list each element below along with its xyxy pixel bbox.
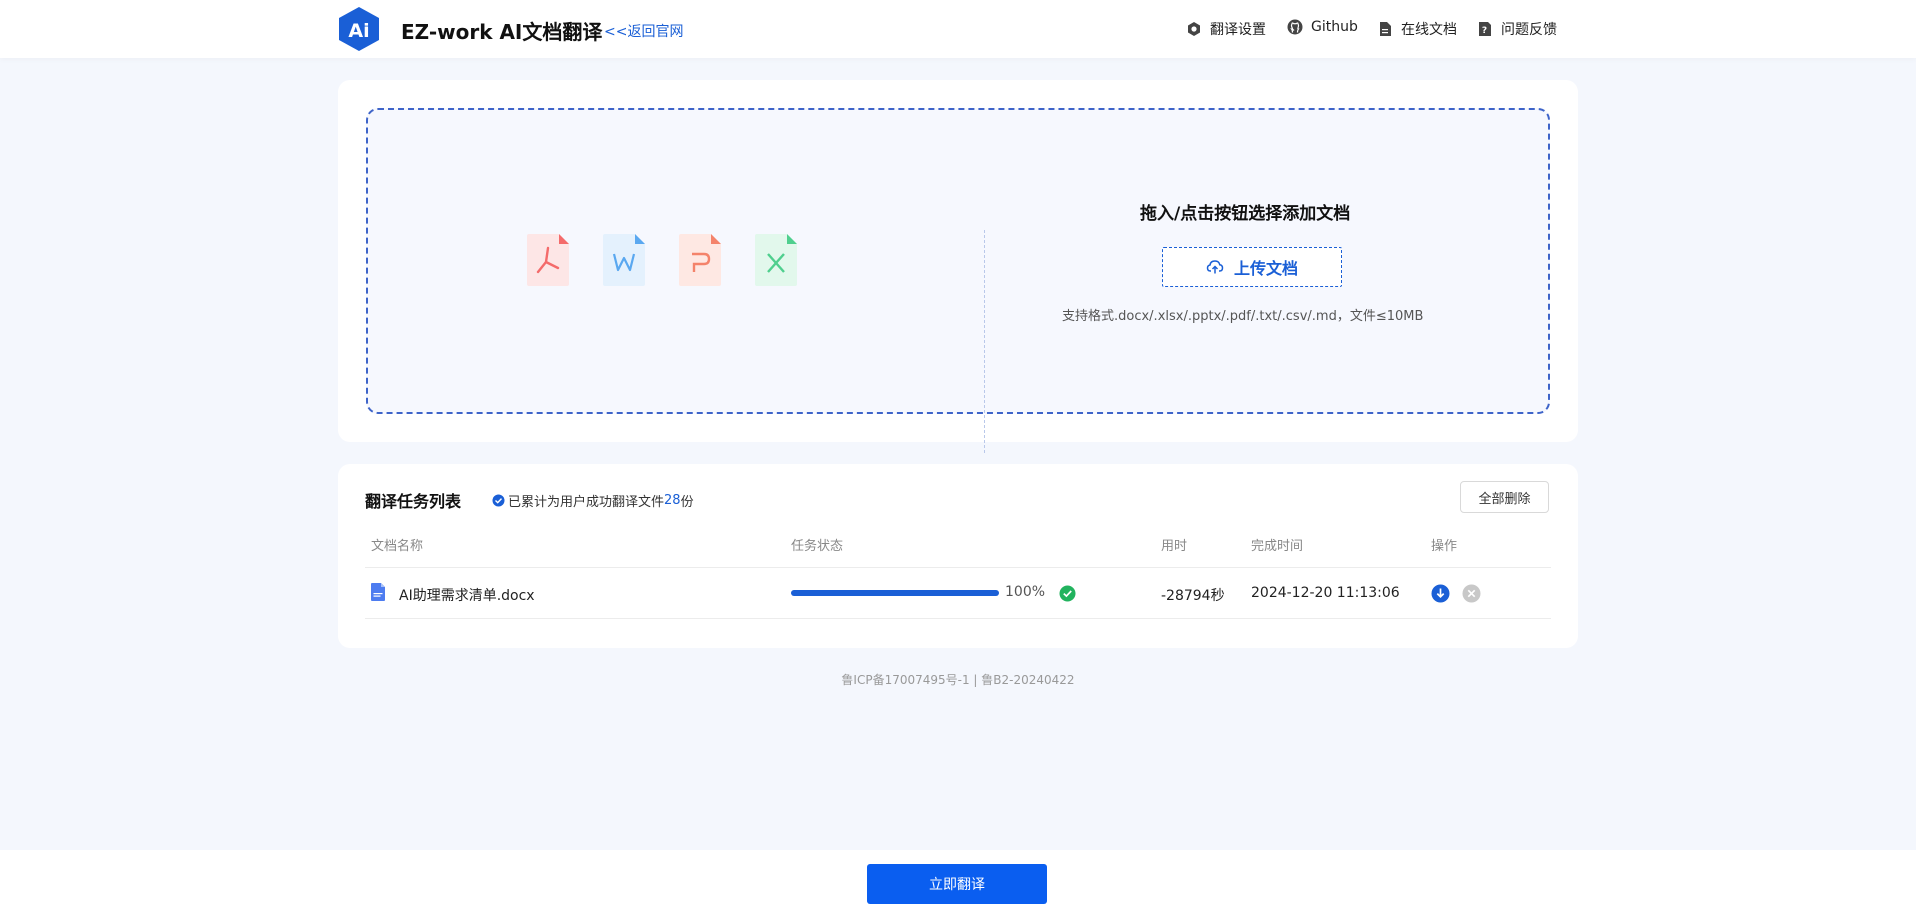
cloud-upload-icon [1206, 260, 1224, 274]
logo-text: Ai [348, 20, 369, 42]
translated-count: 已累计为用户成功翻译文件 28 份 [492, 491, 694, 510]
upload-button-label: 上传文档 [1233, 259, 1298, 278]
table-row-divider [365, 618, 1551, 619]
nav-feedback[interactable]: ? 问题反馈 [1477, 19, 1557, 39]
pdf-file-icon [527, 234, 569, 286]
nav-label: 翻译设置 [1210, 22, 1266, 38]
task-file-name: AI助理需求清单.docx [399, 588, 535, 604]
docx-file-icon [371, 583, 385, 601]
check-circle-icon [492, 494, 505, 507]
upload-document-button[interactable]: 上传文档 [1162, 247, 1342, 287]
translate-now-button[interactable]: 立即翻译 [867, 864, 1047, 904]
table-header-divider [365, 567, 1551, 568]
task-completed-at: 2024-12-20 11:13:06 [1251, 585, 1400, 601]
column-header-actions: 操作 [1431, 539, 1458, 554]
column-header-status: 任务状态 [791, 539, 844, 554]
icp-footer-text: 鲁ICP备17007495号-1 | 鲁B2-20240422 [841, 673, 1075, 687]
delete-all-button[interactable]: 全部删除 [1460, 481, 1549, 513]
top-header: Ai EZ-work AI文档翻译 <<返回官网 翻译设置 Github 在线文… [0, 0, 1916, 58]
ppt-file-icon [679, 234, 721, 286]
column-header-duration: 用时 [1161, 539, 1188, 554]
download-icon[interactable] [1431, 584, 1450, 603]
count-number: 28 [664, 493, 681, 508]
task-list-title: 翻译任务列表 [365, 492, 462, 511]
app-title: EZ-work AI文档翻译 [401, 20, 603, 44]
nav-label: Github [1311, 19, 1358, 35]
nav-label: 问题反馈 [1501, 22, 1557, 38]
word-file-icon [603, 234, 645, 286]
task-progress-text: 100% [1005, 584, 1046, 600]
nav-online-docs[interactable]: 在线文档 [1377, 19, 1457, 39]
dropzone-title: 拖入/点击按钮选择添加文档 [1140, 204, 1351, 224]
task-progress-fill [791, 590, 999, 596]
github-icon [1287, 19, 1303, 35]
nav-label: 在线文档 [1401, 22, 1457, 38]
task-duration: -28794秒 [1161, 588, 1225, 604]
gear-icon [1188, 22, 1200, 36]
task-progress-bar [791, 590, 999, 596]
upload-card: 拖入/点击按钮选择添加文档 上传文档 支持格式.docx/.xlsx/.pptx… [338, 80, 1578, 453]
document-icon [1380, 22, 1391, 36]
excel-file-icon [755, 234, 797, 286]
back-to-site-link[interactable]: <<返回官网 [604, 21, 683, 41]
nav-github[interactable]: Github [1287, 19, 1358, 35]
upload-dropzone[interactable] [366, 108, 1550, 453]
feedback-icon: ? [1479, 22, 1491, 36]
dropzone-divider [984, 230, 985, 453]
svg-text:?: ? [1482, 26, 1487, 36]
count-prefix: 已累计为用户成功翻译文件 [508, 495, 665, 510]
count-suffix: 份 [680, 495, 694, 510]
task-list-card: 翻译任务列表 已累计为用户成功翻译文件 28 份 全部删除 文档名称 任务状态 用时… [338, 464, 1578, 648]
success-check-icon [1059, 585, 1076, 602]
app-logo-icon[interactable]: Ai [337, 6, 381, 52]
supported-formats-text: 支持格式.docx/.xlsx/.pptx/.pdf/.txt/.csv/.md… [1062, 309, 1424, 324]
column-header-completed-at: 完成时间 [1251, 539, 1304, 554]
nav-translate-settings[interactable]: 翻译设置 [1186, 19, 1266, 39]
supported-file-icons [525, 232, 799, 288]
column-header-file-name: 文档名称 [371, 539, 424, 554]
remove-icon[interactable] [1462, 584, 1481, 603]
